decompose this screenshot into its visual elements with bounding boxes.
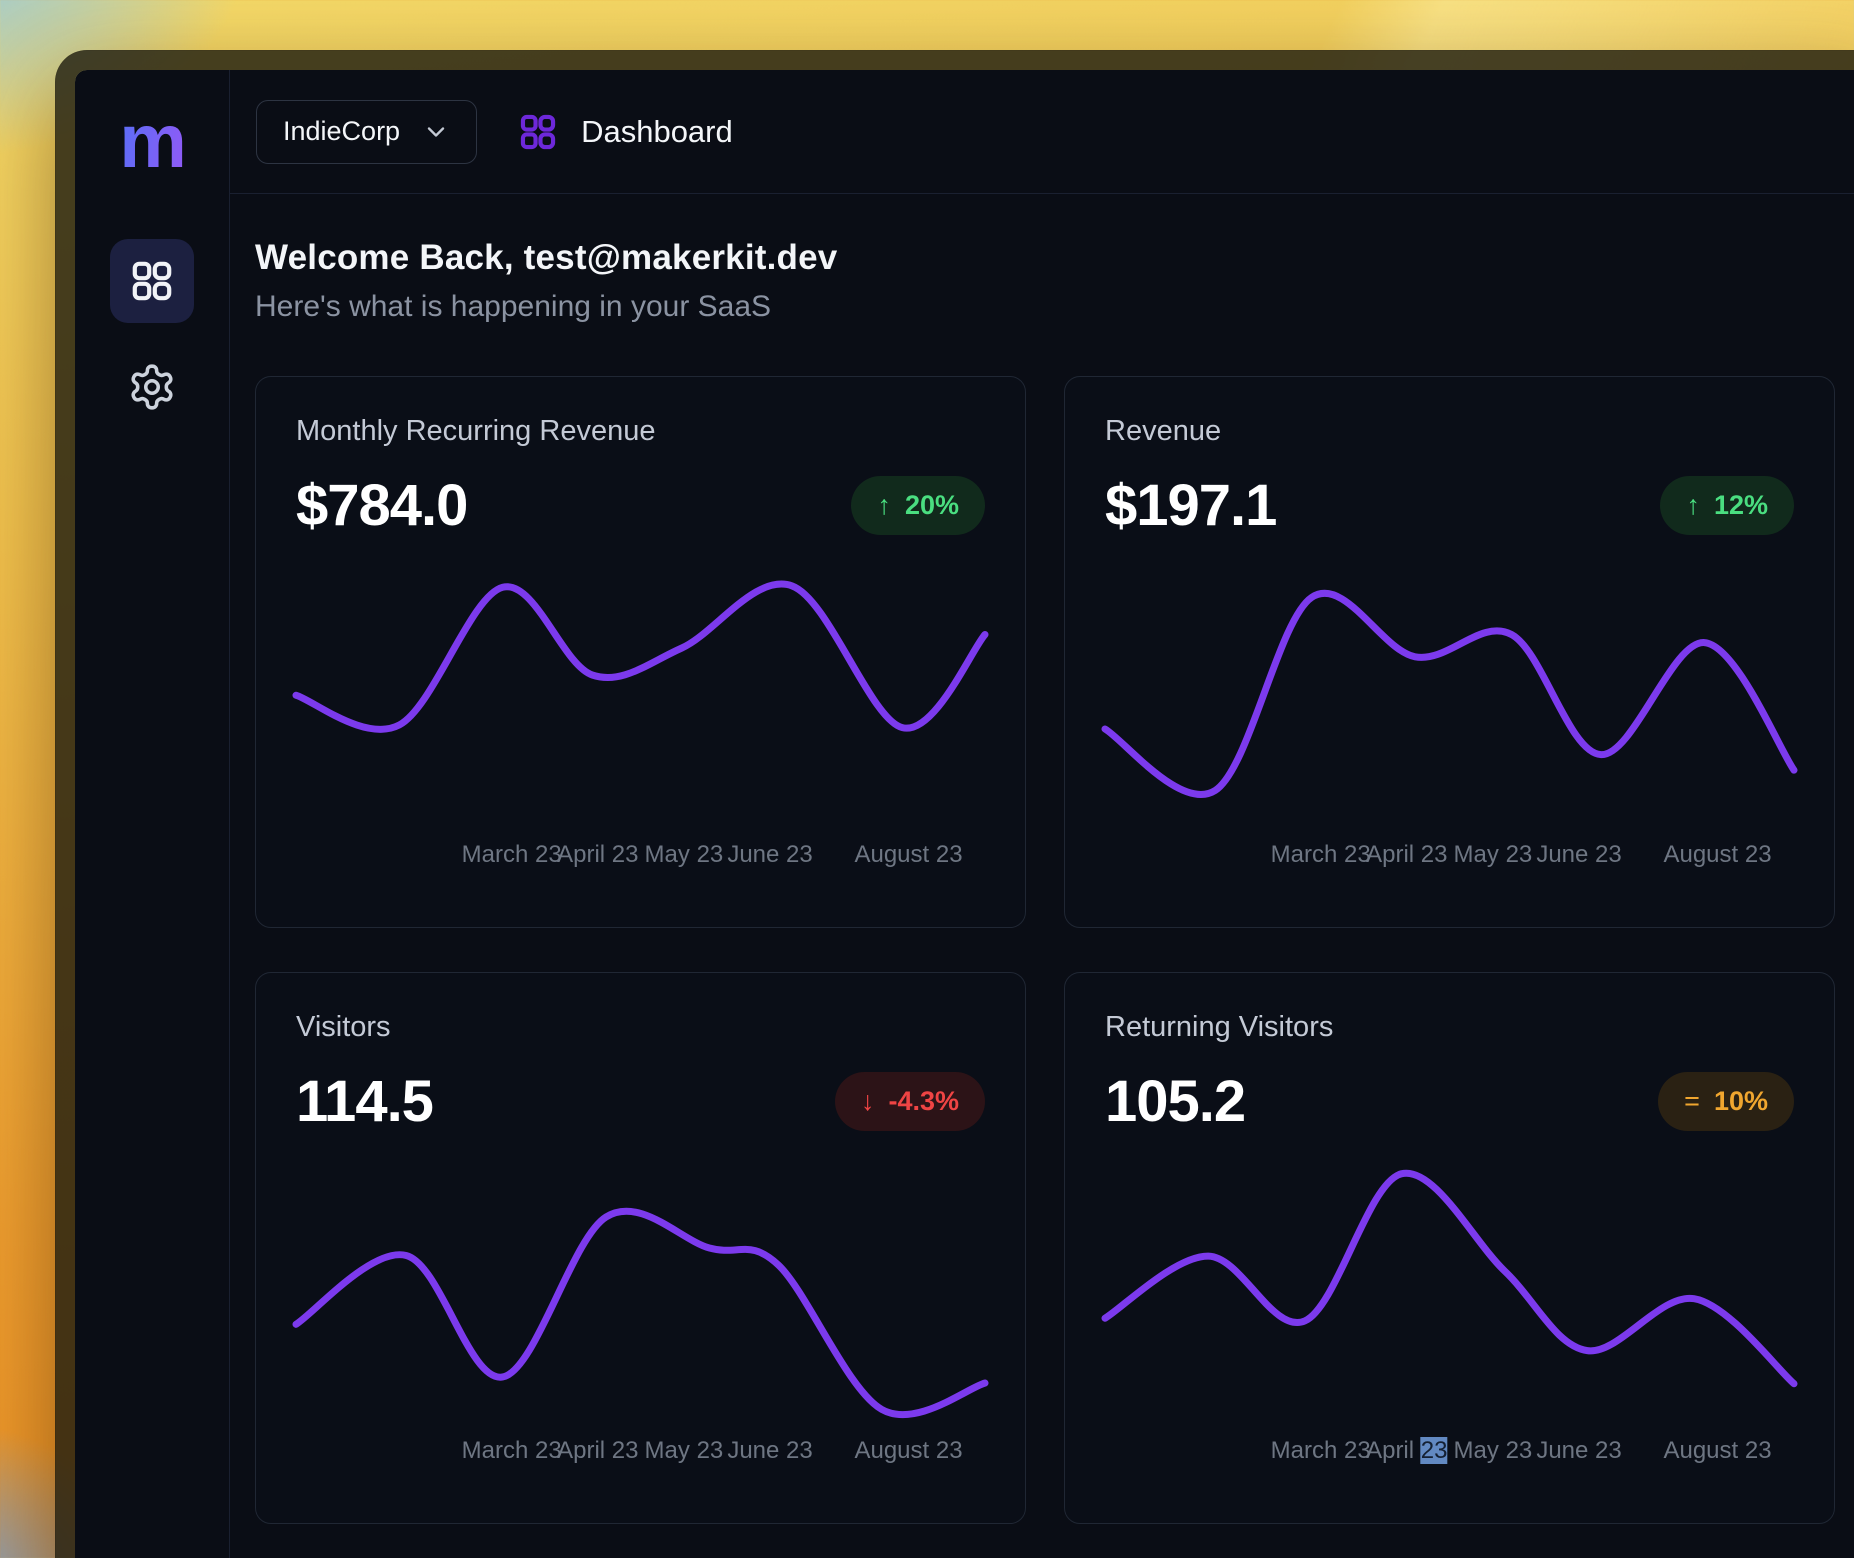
x-axis-label: March 23 xyxy=(462,1437,562,1465)
metric-value: 114.5 xyxy=(296,1068,433,1135)
x-axis: March 23April 23May 23June 23 August 23 xyxy=(1105,841,1794,881)
welcome-title: Welcome Back, test@makerkit.dev xyxy=(255,238,1835,278)
line-chart xyxy=(296,1163,985,1433)
x-axis-label: August 23 xyxy=(854,1437,962,1465)
chart-line xyxy=(1105,593,1794,794)
x-axis-label: April 23 xyxy=(1366,841,1447,869)
value-row: $784.0 ↑ 20% xyxy=(296,472,985,539)
trend-up-icon: ↑ xyxy=(877,490,891,521)
main: IndieCorp Dashboard Welcome Back xyxy=(230,70,1854,1558)
x-axis-label: March 23 xyxy=(1271,1437,1371,1465)
x-axis-label: May 23 xyxy=(1454,1437,1533,1465)
metric-card: Returning Visitors 105.2 = 10% March 23April… xyxy=(1064,972,1835,1524)
logo: m xyxy=(119,112,185,173)
trend-badge: ↓ -4.3% xyxy=(835,1072,985,1131)
grid-icon xyxy=(128,257,176,305)
metric-value: 105.2 xyxy=(1105,1068,1245,1135)
dashboard-icon xyxy=(517,111,559,153)
card-title: Returning Visitors xyxy=(1105,1011,1794,1044)
value-row: $197.1 ↑ 12% xyxy=(1105,472,1794,539)
x-axis-label: August 23 xyxy=(1663,1437,1771,1465)
x-axis-label: April 23 xyxy=(557,841,638,869)
x-axis-label: June 23 xyxy=(727,841,812,869)
page-title: Dashboard xyxy=(581,114,733,150)
trend-value: 10% xyxy=(1714,1086,1768,1117)
trend-badge: = 10% xyxy=(1658,1072,1794,1131)
team-selector-button[interactable]: IndieCorp xyxy=(256,100,477,164)
x-axis-label: April 23 xyxy=(1366,1437,1447,1465)
card-title: Revenue xyxy=(1105,415,1794,448)
x-axis-label: August 23 xyxy=(1663,841,1771,869)
x-axis-label: June 23 xyxy=(1536,1437,1621,1465)
chevron-down-icon xyxy=(422,118,450,146)
value-row: 105.2 = 10% xyxy=(1105,1068,1794,1135)
trend-badge: ↑ 20% xyxy=(851,476,985,535)
main-content: Welcome Back, test@makerkit.dev Here's w… xyxy=(230,194,1854,1558)
sidebar-item-settings[interactable] xyxy=(110,359,194,415)
gear-icon xyxy=(127,362,177,412)
metric-card: Revenue $197.1 ↑ 12% March 23April 23May 23J… xyxy=(1064,376,1835,928)
x-axis-label: March 23 xyxy=(1271,841,1371,869)
x-axis-label: May 23 xyxy=(1454,841,1533,869)
app-window: m IndieCorp xyxy=(55,50,1854,1558)
card-title: Monthly Recurring Revenue xyxy=(296,415,985,448)
x-axis-label: August 23 xyxy=(854,841,962,869)
metric-value: $784.0 xyxy=(296,472,467,539)
x-axis-label-text: April xyxy=(1366,1437,1421,1464)
trend-value: 12% xyxy=(1714,490,1768,521)
page-title-group: Dashboard xyxy=(517,111,733,153)
value-row: 114.5 ↓ -4.3% xyxy=(296,1068,985,1135)
trend-badge: ↑ 12% xyxy=(1660,476,1794,535)
chart-line xyxy=(1105,1173,1794,1384)
line-chart xyxy=(296,567,985,837)
trend-value: 20% xyxy=(905,490,959,521)
line-chart xyxy=(1105,567,1794,837)
trend-up-icon: ↑ xyxy=(1686,490,1700,521)
sidebar: m xyxy=(75,70,230,1558)
trend-value: -4.3% xyxy=(888,1086,959,1117)
x-axis-label: June 23 xyxy=(727,1437,812,1465)
x-axis: March 23April 23May 23June 23 August 23 xyxy=(1105,1437,1794,1477)
topbar: IndieCorp Dashboard xyxy=(230,70,1854,194)
selection-highlight: 23 xyxy=(1421,1437,1448,1464)
x-axis-label: May 23 xyxy=(645,841,724,869)
x-axis-label: May 23 xyxy=(645,1437,724,1465)
sidebar-item-dashboard[interactable] xyxy=(110,239,194,323)
card-title: Visitors xyxy=(296,1011,985,1044)
trend-flat-icon: = xyxy=(1684,1086,1700,1117)
line-chart xyxy=(1105,1163,1794,1433)
trend-down-icon: ↓ xyxy=(861,1086,875,1117)
welcome-subtitle: Here's what is happening in your SaaS xyxy=(255,290,1835,324)
metric-value: $197.1 xyxy=(1105,472,1276,539)
wallpaper: { "app": { "logo_text": "m", "team_selec… xyxy=(0,0,1854,1558)
x-axis: March 23April 23May 23June 23 August 23 xyxy=(296,841,985,881)
metric-card: Monthly Recurring Revenue $784.0 ↑ 20% March… xyxy=(255,376,1026,928)
chart-line xyxy=(296,584,985,729)
x-axis: March 23April 23May 23June 23 August 23 xyxy=(296,1437,985,1477)
x-axis-label: April 23 xyxy=(557,1437,638,1465)
team-selector-label: IndieCorp xyxy=(283,116,400,147)
x-axis-label: June 23 xyxy=(1536,841,1621,869)
x-axis-label: March 23 xyxy=(462,841,562,869)
cards-grid: Monthly Recurring Revenue $784.0 ↑ 20% March… xyxy=(255,376,1835,1524)
chart-line xyxy=(296,1211,985,1414)
metric-card: Visitors 114.5 ↓ -4.3% March 23April 23May 2… xyxy=(255,972,1026,1524)
